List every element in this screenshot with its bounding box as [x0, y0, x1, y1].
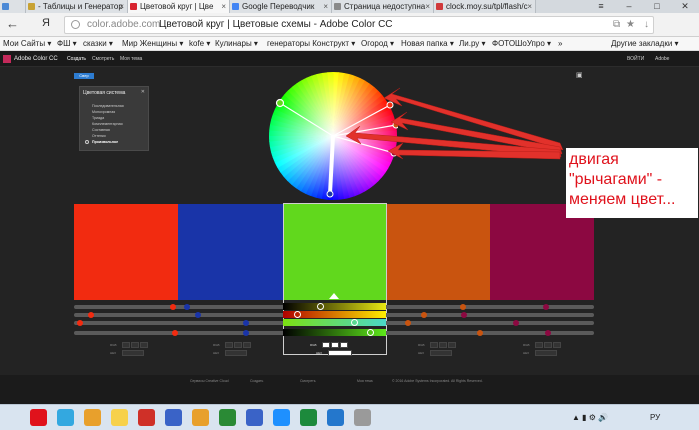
taskbar-app-icon[interactable]: [138, 409, 155, 426]
taskbar-app-icon[interactable]: [354, 409, 371, 426]
taskbar-app-icon[interactable]: [165, 409, 182, 426]
tray-icons: ▲ ▮ ⚙ 🔊: [572, 413, 609, 422]
taskbar-app-icon[interactable]: [273, 409, 290, 426]
taskbar-app-icon[interactable]: [57, 409, 74, 426]
taskbar-app-icon[interactable]: [219, 409, 236, 426]
taskbar-app-icon[interactable]: [300, 409, 317, 426]
annotation-text: двигая "рычагами" - меняем цвет...: [569, 151, 676, 208]
taskbar-app-icon[interactable]: [246, 409, 263, 426]
annotation-box: двигая "рычагами" - меняем цвет...: [566, 148, 698, 218]
taskbar-app-icon[interactable]: [30, 409, 47, 426]
taskbar: ▲ ▮ ⚙ 🔊 РУ: [0, 404, 699, 430]
taskbar-app-icon[interactable]: [111, 409, 128, 426]
language-indicator[interactable]: РУ: [650, 413, 660, 422]
taskbar-app-icon[interactable]: [84, 409, 101, 426]
taskbar-app-icon[interactable]: [192, 409, 209, 426]
taskbar-app-icon[interactable]: [327, 409, 344, 426]
